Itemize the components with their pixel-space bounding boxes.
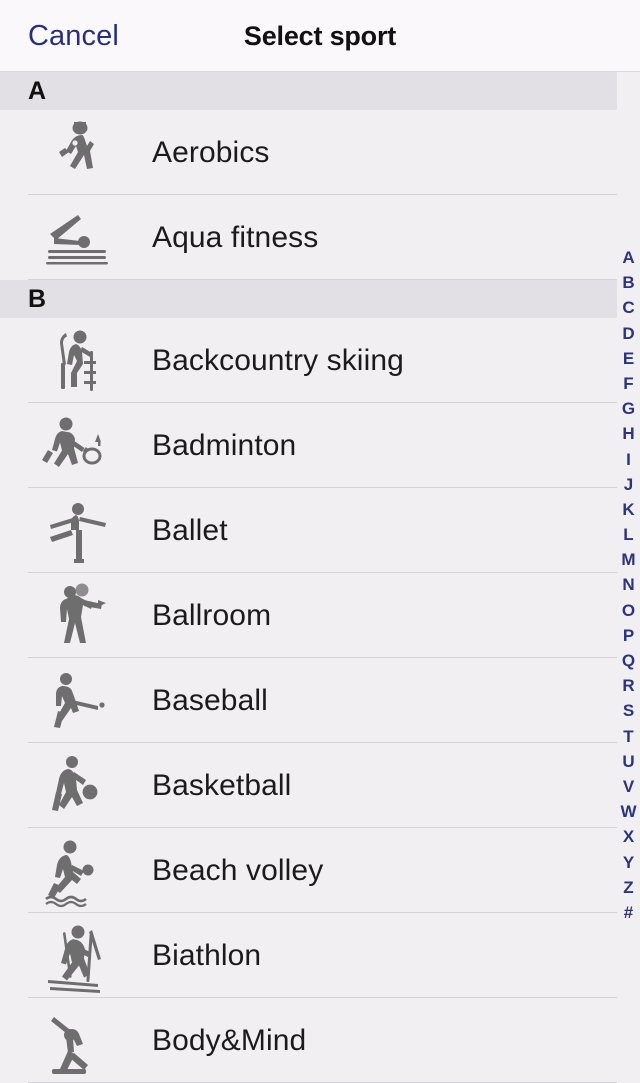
list-item-label: Aerobics <box>152 135 270 169</box>
list-item-label: Biathlon <box>152 938 262 972</box>
alphabet-index-u[interactable]: U <box>622 749 634 774</box>
list-item[interactable]: Basketball <box>0 743 617 828</box>
alphabet-index-i[interactable]: I <box>626 447 631 472</box>
sport-list[interactable]: A Aerobics Aqua fitness B Backcountry ski… <box>0 72 617 1083</box>
list-item[interactable]: Body&Mind <box>0 998 617 1083</box>
alphabet-index[interactable]: A B C D E F G H I J K L M N O P Q R S T U V W X Y Z # <box>617 245 640 925</box>
ballet-icon <box>40 493 116 569</box>
alphabet-index-h[interactable]: H <box>622 421 634 446</box>
alphabet-index-hash[interactable]: # <box>624 900 633 925</box>
alphabet-index-e[interactable]: E <box>623 346 634 371</box>
list-item[interactable]: Backcountry skiing <box>0 318 617 403</box>
alphabet-index-q[interactable]: Q <box>622 648 635 673</box>
list-item[interactable]: Badminton <box>0 403 617 488</box>
list-item-label: Ballet <box>152 513 228 547</box>
ballroom-icon <box>40 578 116 654</box>
alphabet-index-s[interactable]: S <box>623 698 634 723</box>
alphabet-index-c[interactable]: C <box>622 295 634 320</box>
alphabet-index-x[interactable]: X <box>623 824 634 849</box>
alphabet-index-m[interactable]: M <box>621 547 635 572</box>
section-header-letter: A <box>28 77 47 105</box>
list-item-label: Backcountry skiing <box>152 343 404 377</box>
list-item-label: Baseball <box>152 683 268 717</box>
alphabet-index-n[interactable]: N <box>622 572 634 597</box>
alphabet-index-p[interactable]: P <box>623 623 634 648</box>
navigation-bar: Cancel Select sport <box>0 0 640 72</box>
list-item[interactable]: Baseball <box>0 658 617 743</box>
section-header-a: A <box>0 72 617 110</box>
alphabet-index-f[interactable]: F <box>623 371 633 396</box>
list-item-label: Basketball <box>152 768 292 802</box>
list-item[interactable]: Biathlon <box>0 913 617 998</box>
page-title: Select sport <box>243 21 397 51</box>
alphabet-index-w[interactable]: W <box>620 799 636 824</box>
alphabet-index-v[interactable]: V <box>623 774 634 799</box>
backcountry-skiing-icon <box>40 323 116 399</box>
alphabet-index-j[interactable]: J <box>624 472 633 497</box>
alphabet-index-l[interactable]: L <box>623 522 633 547</box>
section-header-b: B <box>0 280 617 318</box>
list-item-label: Ballroom <box>152 598 272 632</box>
alphabet-index-r[interactable]: R <box>622 673 634 698</box>
basketball-icon <box>40 748 116 824</box>
list-item[interactable]: Ballet <box>0 488 617 573</box>
section-header-letter: B <box>28 285 47 313</box>
list-item-label: Aqua fitness <box>152 220 319 254</box>
alphabet-index-z[interactable]: Z <box>623 875 633 900</box>
list-item[interactable]: Ballroom <box>0 573 617 658</box>
list-item-label: Beach volley <box>152 853 324 887</box>
body-and-mind-icon <box>40 1003 116 1079</box>
biathlon-icon <box>40 918 116 994</box>
alphabet-index-g[interactable]: G <box>622 396 635 421</box>
alphabet-index-k[interactable]: K <box>622 497 634 522</box>
alphabet-index-d[interactable]: D <box>622 321 634 346</box>
alphabet-index-t[interactable]: T <box>623 724 633 749</box>
list-item[interactable]: Aqua fitness <box>0 195 617 280</box>
list-item[interactable]: Beach volley <box>0 828 617 913</box>
badminton-icon <box>40 408 116 484</box>
alphabet-index-y[interactable]: Y <box>623 850 634 875</box>
baseball-icon <box>40 663 116 739</box>
list-item-label: Badminton <box>152 428 297 462</box>
alphabet-index-b[interactable]: B <box>622 270 634 295</box>
alphabet-index-o[interactable]: O <box>622 598 635 623</box>
list-item[interactable]: Aerobics <box>0 110 617 195</box>
aqua-fitness-icon <box>40 200 116 276</box>
aerobics-icon <box>40 115 116 191</box>
beach-volley-icon <box>40 833 116 909</box>
list-item-label: Body&Mind <box>152 1023 307 1057</box>
alphabet-index-a[interactable]: A <box>622 245 634 270</box>
